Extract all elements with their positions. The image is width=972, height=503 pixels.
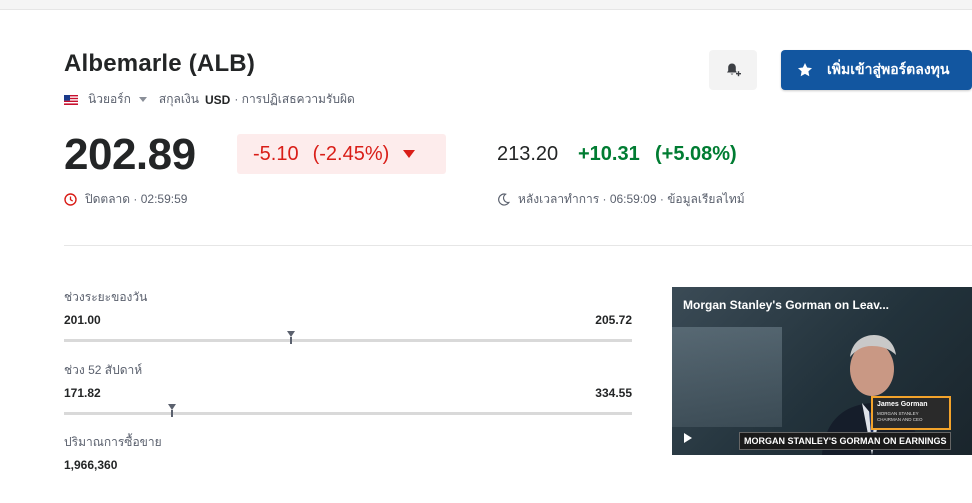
quote-meta: นิวยอร์ก สกุลเงิน USD · การปฏิเสธความรับ…: [64, 90, 355, 109]
afterhours-price: 213.20: [497, 143, 559, 165]
video-person-name: James Gorman: [877, 401, 928, 408]
week52-range: ช่วง 52 สัปดาห์ 171.82 334.55: [64, 361, 632, 417]
currency-label: สกุลเงิน: [158, 92, 199, 106]
afterhours-change-pct: (+5.08%): [655, 143, 737, 165]
video-person-role-2: CHAIRMAN AND CEO: [877, 417, 923, 422]
volume-label: ปริมาณการซื้อขาย: [64, 435, 162, 449]
day-range-track: [64, 331, 632, 344]
video-player[interactable]: Morgan Stanley's Gorman on Leav... James…: [672, 287, 972, 455]
week52-range-low: 171.82: [64, 386, 101, 400]
last-price: 202.89: [64, 130, 196, 179]
volume-value: 1,966,360: [64, 458, 118, 472]
currency-value: USD: [205, 92, 231, 107]
us-flag-icon: [64, 94, 78, 105]
day-range-high: 205.72: [595, 313, 632, 327]
afterhours-status-text: หลังเวลาทำการ · 06:59:09 · ข้อมูลเรียลไท…: [518, 192, 745, 206]
page-title: Albemarle (ALB): [64, 50, 256, 77]
afterhours-change: +10.31: [578, 143, 640, 165]
exchange-label[interactable]: นิวยอร์ก: [88, 90, 131, 109]
disclaimer-link[interactable]: · การปฏิเสธความรับผิด: [234, 90, 355, 109]
week52-range-label: ช่วง 52 สัปดาห์: [64, 363, 143, 377]
day-range: ช่วงระยะของวัน 201.00 205.72: [64, 288, 632, 344]
add-to-watchlist-button[interactable]: เพิ่มเข้าสู่พอร์ตลงทุน: [781, 50, 972, 90]
video-caption: MORGAN STANLEY'S GORMAN ON EARNINGS: [739, 432, 952, 450]
market-status: ปิดตลาด · 02:59:59: [64, 190, 187, 209]
moon-icon: [498, 193, 510, 206]
week52-range-tick: [170, 410, 173, 417]
top-bar: [0, 0, 972, 10]
divider: [64, 245, 972, 246]
clock-icon: [64, 193, 77, 206]
day-range-label: ช่วงระยะของวัน: [64, 290, 148, 304]
watchlist-label: เพิ่มเข้าสู่พอร์ตลงทุน: [827, 61, 950, 77]
afterhours-status: หลังเวลาทำการ · 06:59:09 · ข้อมูลเรียลไท…: [497, 190, 745, 209]
market-status-text: ปิดตลาด · 02:59:59: [85, 192, 188, 206]
alert-button[interactable]: [709, 50, 757, 90]
video-person-role-1: MORGAN STANLEY: [877, 411, 919, 416]
bell-plus-icon: [727, 63, 741, 77]
week52-range-track: [64, 404, 632, 417]
volume: ปริมาณการซื้อขาย 1,966,360: [64, 433, 162, 472]
chevron-down-icon[interactable]: [138, 97, 147, 102]
star-icon: [797, 62, 813, 78]
price-change-pct: (-2.45%): [312, 142, 390, 165]
play-icon[interactable]: [684, 433, 692, 443]
price-change-badge: -5.10 (-2.45%): [237, 134, 446, 174]
week52-range-high: 334.55: [595, 386, 632, 400]
video-name-plate: James Gorman MORGAN STANLEY CHAIRMAN AND…: [871, 396, 951, 430]
day-range-low: 201.00: [64, 313, 101, 327]
video-title[interactable]: Morgan Stanley's Gorman on Leav...: [683, 298, 889, 312]
day-range-tick: [290, 337, 293, 344]
price-change: -5.10: [253, 142, 299, 165]
video-background: [672, 327, 782, 427]
down-arrow-icon: [403, 150, 416, 158]
